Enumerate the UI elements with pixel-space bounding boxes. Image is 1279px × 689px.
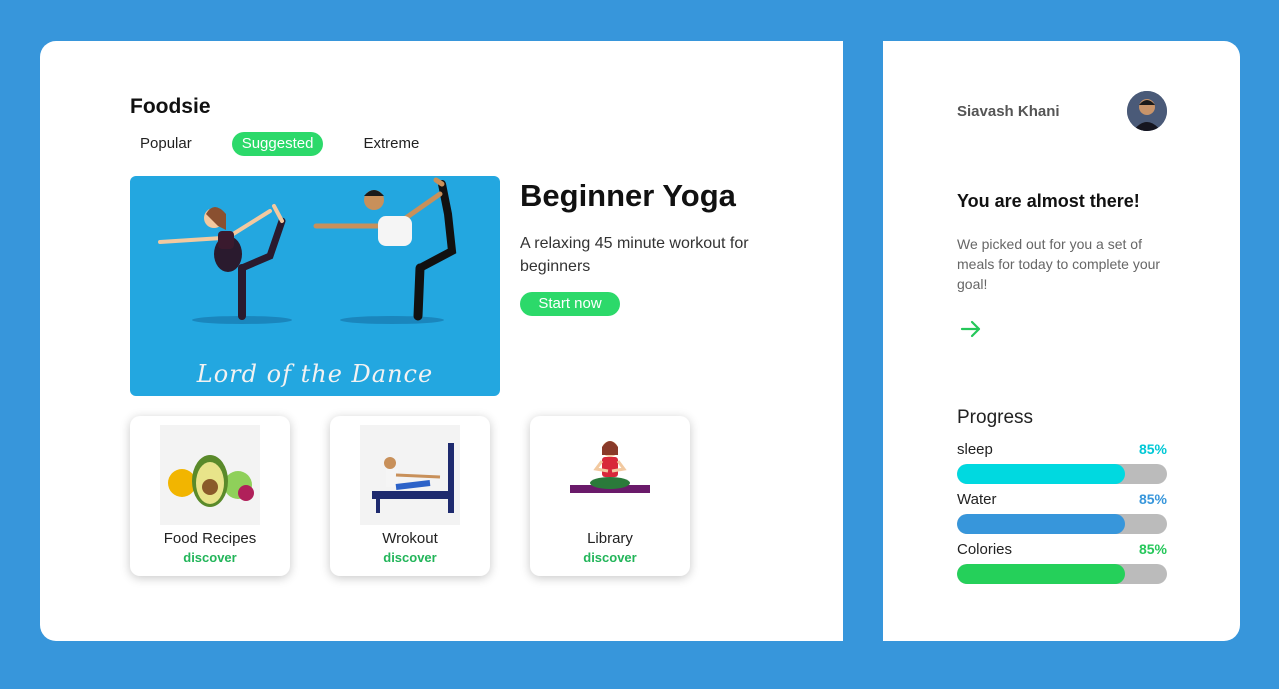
progress-value: 85%: [1138, 491, 1167, 507]
progress-title: Progress: [957, 407, 1034, 428]
progress-track: [957, 514, 1167, 534]
avatar[interactable]: [1127, 91, 1167, 131]
tile-discover-link[interactable]: discover: [330, 550, 490, 565]
workout-icon: [360, 425, 460, 525]
food-icon: [160, 425, 260, 525]
user-name: Siavash Khani: [957, 103, 1060, 120]
tile-discover-link[interactable]: discover: [130, 550, 290, 565]
progress-label: Colories: [957, 541, 1013, 558]
tile-label: Wrokout: [382, 530, 438, 547]
arrow-right-icon[interactable]: [959, 317, 983, 341]
promo-title: You are almost there!: [957, 191, 1140, 211]
tab-extreme[interactable]: Extreme: [353, 132, 429, 156]
tile-label: Food Recipes: [163, 530, 257, 547]
progress-value: 85%: [1138, 541, 1167, 557]
category-tabs: Popular Suggested Extreme: [130, 132, 429, 156]
main-panel: Foodsie Popular Suggested Extreme Lord o…: [40, 41, 843, 641]
tile-discover-link[interactable]: discover: [530, 550, 690, 565]
hero-image: Lord of the Dance: [130, 176, 500, 396]
tile-label: Library: [587, 530, 633, 547]
promo-description: We picked out for you a set of meals for…: [957, 236, 1161, 292]
meditation-icon: [560, 425, 660, 525]
progress-fill: [957, 464, 1125, 484]
side-panel: Siavash Khani You are almost there! We p…: [883, 41, 1240, 641]
progress-value: 85%: [1138, 441, 1167, 457]
hero-image-caption: Lord of the Dance: [196, 360, 434, 388]
workout-title: Beginner Yoga: [520, 178, 736, 213]
workout-description: A relaxing 45 minute workout for beginne…: [520, 235, 749, 275]
tile-workout[interactable]: Wrokout discover: [330, 416, 490, 576]
avatar-image: [1127, 91, 1167, 131]
app-brand: Foodsie: [130, 95, 211, 118]
progress-label: sleep: [957, 441, 993, 458]
progress-track: [957, 464, 1167, 484]
progress-label: Water: [957, 491, 997, 508]
tab-suggested[interactable]: Suggested: [231, 132, 324, 156]
tile-library[interactable]: Library discover: [530, 416, 690, 576]
start-now-button[interactable]: Start now: [520, 292, 620, 316]
tile-food-recipes[interactable]: Food Recipes discover: [130, 416, 290, 576]
progress-fill: [957, 564, 1125, 584]
tab-popular[interactable]: Popular: [130, 132, 202, 156]
progress-track: [957, 564, 1167, 584]
progress-fill: [957, 514, 1125, 534]
